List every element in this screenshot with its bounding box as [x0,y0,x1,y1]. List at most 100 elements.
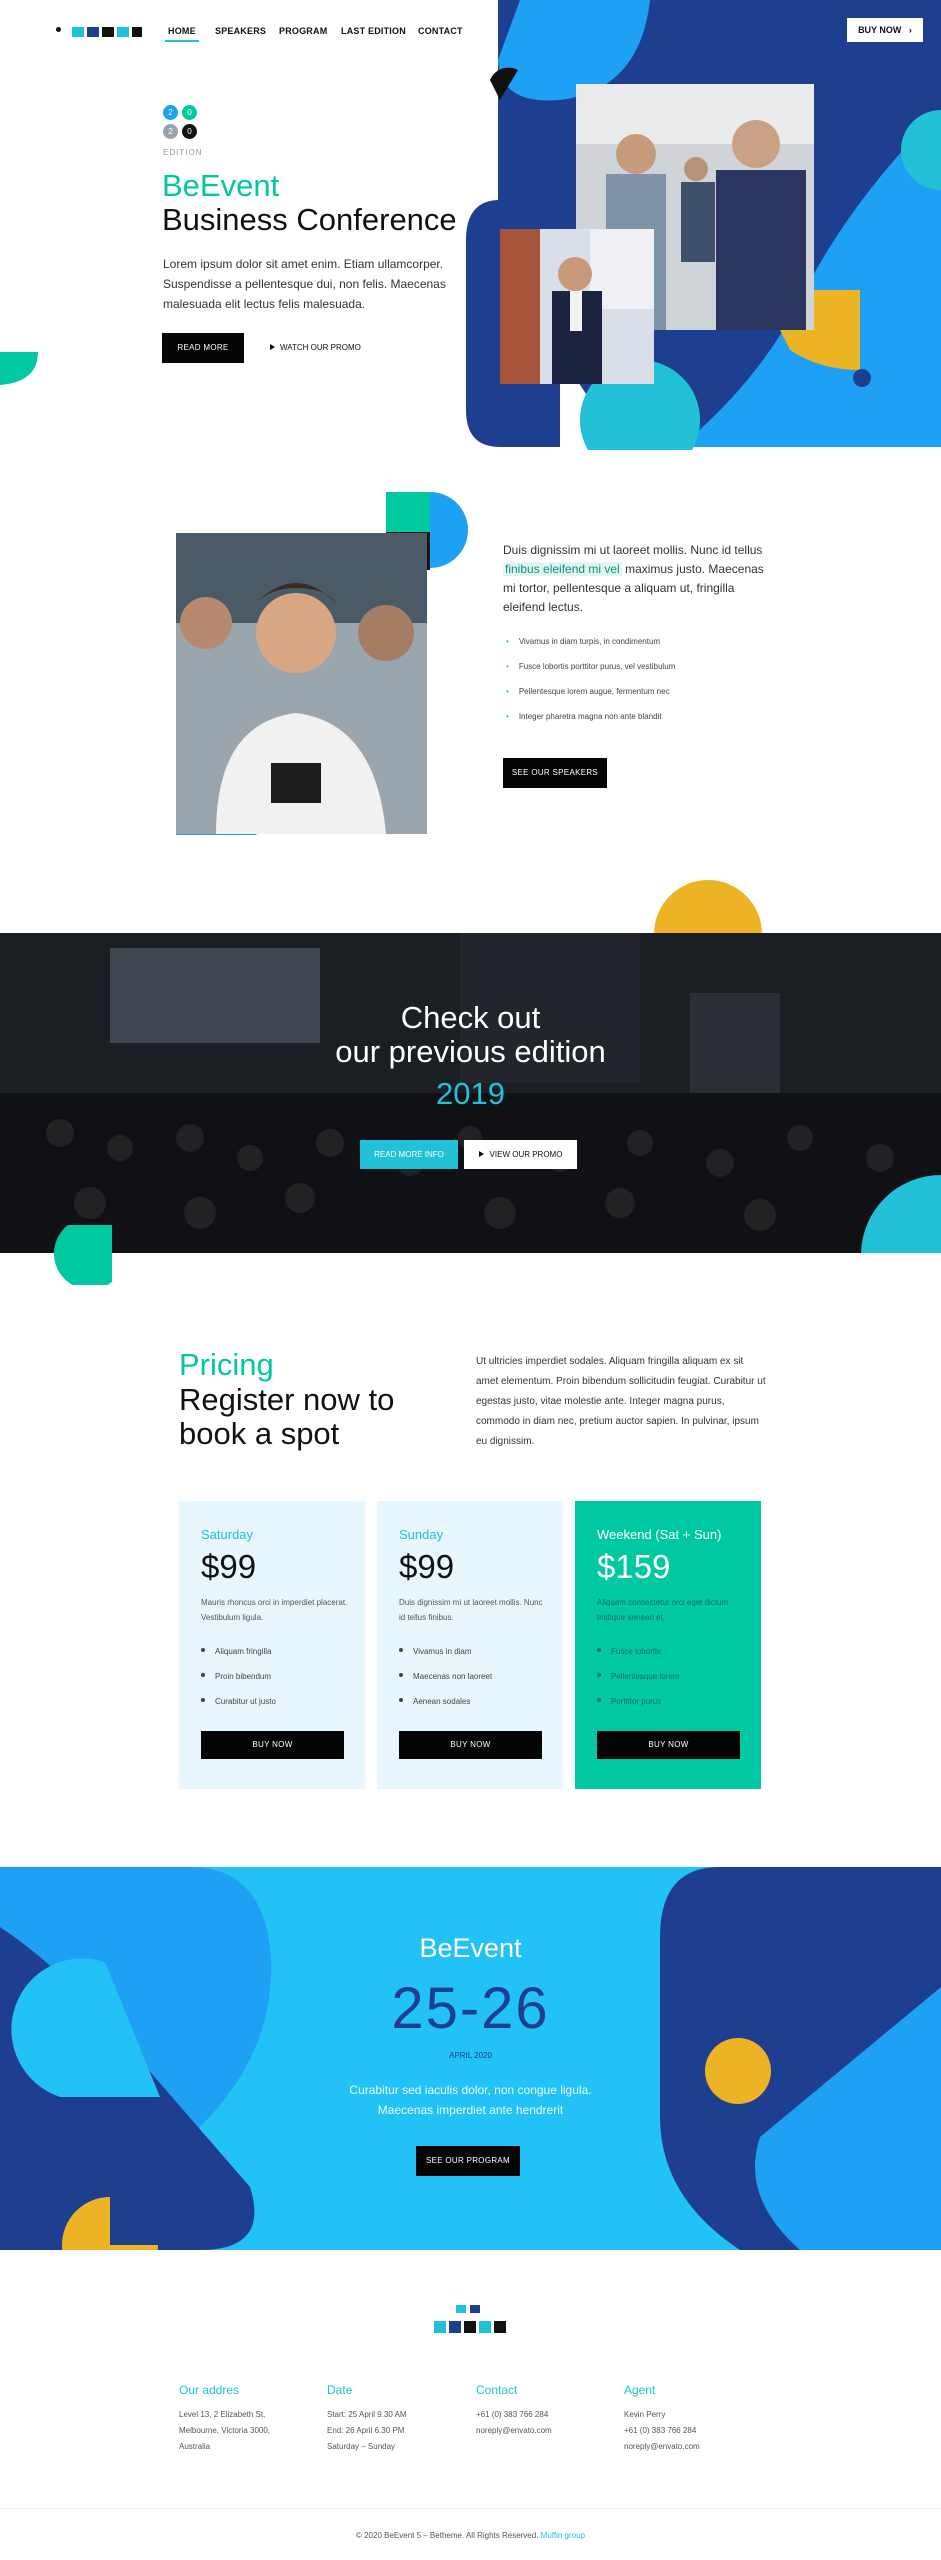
badge-digit: 0 [182,105,197,120]
price-desc: Aliquam consectetur orci eget dictum tri… [597,1598,729,1622]
bullet-icon [597,1698,601,1702]
event-text-line2: Maecenas imperdiet ante hendrerit [377,2103,564,2117]
buy-now-weekend-button[interactable]: BUY NOW [597,1731,740,1759]
price-amount: $159 [597,1548,671,1585]
list-item: • Integer pharetra magna non ante blandit [506,712,662,721]
footer-address-title: Our addres [179,2383,240,2397]
list-item: Pellentesque lorem [597,1672,679,1697]
list-item: • Pellentesque lorem augue, fermentum nec [506,687,670,696]
list-item: Maecenas non laoreet [399,1672,492,1697]
pricing-title-line2: book a spot [179,1416,340,1451]
copyright: © 2020 BeEvent 5 – Betheme. All Rights R… [355,2531,585,2540]
check-icon: • [506,687,509,696]
hero-title: Business Conference [162,202,457,237]
bullet-icon [597,1673,601,1677]
agent-email[interactable]: noreply@envato.com [624,2439,700,2455]
agent-phone[interactable]: +61 (0) 383 766 284 [624,2423,700,2439]
chevron-right-icon: › [908,25,912,35]
about-highlight: finibus eleifend mi vel [503,562,622,576]
edition-badge: 2 0 2 0 [163,105,203,145]
view-promo-label: VIEW OUR PROMO [489,1150,563,1159]
previous-year: 2019 [436,1076,505,1111]
check-icon: • [506,637,509,646]
contact-email[interactable]: noreply@envato.com [476,2423,552,2439]
bullet-icon [399,1673,403,1677]
play-icon [270,344,275,350]
price-day: Saturday [201,1527,254,1542]
list-item: • Fusce lobortis porttitor purus, vel ves… [506,662,676,671]
footer-date-title: Date [327,2383,353,2397]
buy-now-sunday-button[interactable]: BUY NOW [399,1731,542,1759]
feature-list: Fusce lobortis Pellentesque lorem Portti… [597,1647,679,1722]
hero-title-accent: BeEvent [162,168,280,203]
read-more-button[interactable]: READ MORE [162,333,244,363]
list-item: Aenean sodales [399,1697,492,1722]
buy-now-saturday-button[interactable]: BUY NOW [201,1731,344,1759]
bullet-icon [399,1698,403,1702]
footer-divider [0,2508,941,2509]
watch-promo-link[interactable]: WATCH OUR PROMO [270,343,361,352]
list-item: Fusce lobortis [597,1647,679,1672]
price-card-saturday: Saturday $99 Mauris rhoncus orci in impe… [179,1501,365,1789]
event-name: BeEvent [419,1933,522,1963]
pricing-title-line1: Register now to [179,1382,395,1417]
see-speakers-button[interactable]: SEE OUR SPEAKERS [503,758,607,788]
see-program-button[interactable]: SEE OUR PROGRAM [416,2146,520,2176]
price-card-sunday: Sunday $99 Duis dignissim mi ut laoreet … [377,1501,563,1789]
badge-digit: 2 [163,105,178,120]
credit-link[interactable]: Muffin group [541,2531,585,2540]
bullet-icon [201,1673,205,1677]
price-day: Weekend (Sat + Sun) [597,1527,722,1542]
check-icon: • [506,662,509,671]
list-item: Proin bibendum [201,1672,276,1697]
price-day: Sunday [399,1527,444,1542]
bullet-icon [201,1698,205,1702]
price-desc: Duis dignissim mi ut laoreet mollis. Nun… [399,1598,543,1622]
list-item: Curabitur ut justo [201,1697,276,1722]
footer-contact: +61 (0) 383 766 284 noreply@envato.com [476,2407,552,2439]
footer-agent-title: Agent [624,2383,656,2397]
footer-date: Start: 25 April 9.30 AM End: 26 April 6.… [327,2410,407,2451]
feature-list: Aliquam fringilla Proin bibendum Curabit… [201,1647,276,1722]
check-icon: • [506,712,509,721]
list-item: Porttitor purus [597,1697,679,1722]
badge-digit: 2 [163,124,178,139]
footer-logo [434,2305,506,2337]
buy-now-button[interactable]: BUY NOW › [847,18,923,42]
previous-line1: Check out [400,1000,541,1035]
list-item: Aliquam fringilla [201,1647,276,1672]
list-item: Vivamus in diam [399,1647,492,1672]
about-text: Duis dignissim mi ut laoreet mollis. Nun… [503,541,766,617]
footer-address: Level 13, 2 Elizabeth St, Melbourne, Vic… [179,2410,271,2451]
footer-agent: Kevin Perry +61 (0) 383 766 284 noreply@… [624,2407,700,2455]
pricing-text: Ut ultricies imperdiet sodales. Aliquam … [476,1356,766,1447]
edition-label: EDITION [163,148,203,157]
about-text-start: Duis dignissim mi ut laoreet mollis. Nun… [503,543,763,557]
contact-phone[interactable]: +61 (0) 383 766 284 [476,2407,552,2423]
hero-text: Lorem ipsum dolor sit amet enim. Etiam u… [163,257,446,311]
footer-contact-title: Contact [476,2383,518,2397]
price-card-weekend: Weekend (Sat + Sun) $159 Aliquam consect… [575,1501,761,1789]
event-text-line1: Curabitur sed iaculis dolor, non congue … [349,2083,592,2097]
price-amount: $99 [201,1548,257,1585]
read-more-info-button[interactable]: READ MORE INFO [360,1140,458,1169]
bullet-icon [201,1648,205,1652]
previous-decorations [0,1170,941,1290]
feature-list: Vivamus in diam Maecenas non laoreet Aen… [399,1647,492,1722]
play-icon [478,1151,484,1157]
hero-photo-speaker [500,229,654,384]
view-promo-button[interactable]: VIEW OUR PROMO [464,1140,577,1169]
pricing-accent: Pricing [179,1347,274,1382]
buy-now-label: BUY NOW [858,25,902,35]
about-checklist: • Vivamus in diam turpis, in condimentum … [506,637,675,737]
event-dates: 25-26 [391,1976,550,2041]
bullet-icon [399,1648,403,1652]
watch-promo-label: WATCH OUR PROMO [280,343,361,352]
event-month: APRIL 2020 [449,2051,492,2060]
price-desc: Mauris rhoncus orci in imperdiet placera… [201,1598,348,1622]
price-amount: $99 [399,1548,455,1585]
speaker-photo [176,533,427,834]
previous-line2: our previous edition [335,1034,606,1069]
badge-digit: 0 [182,124,197,139]
yellow-half-circle-top [654,876,762,934]
